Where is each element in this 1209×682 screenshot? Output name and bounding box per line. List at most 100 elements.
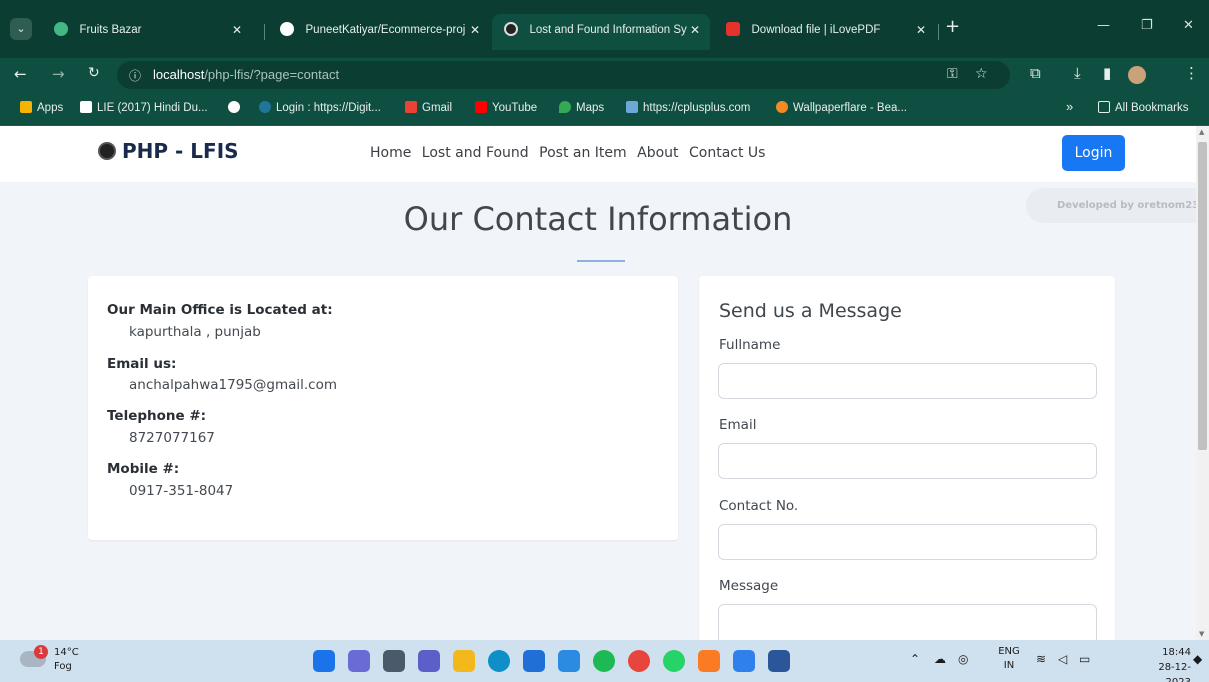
restore-icon[interactable]: ❐ (1141, 18, 1153, 33)
store-icon[interactable] (523, 650, 545, 672)
xampp-icon[interactable] (698, 650, 720, 672)
system-clock[interactable]: 18:4428-12-2023 (1133, 645, 1191, 682)
tab-lost-and-found[interactable]: Lost and Found Information Sy ✕ (492, 14, 710, 50)
nav-post-item[interactable]: Post an Item (539, 145, 627, 161)
all-bookmarks[interactable]: All Bookmarks (1098, 100, 1189, 114)
address-bar[interactable]: ⓘ localhost/php-lfis/?page=contact ⚿ ☆ (117, 61, 1010, 89)
back-icon[interactable]: ← (14, 65, 27, 83)
whatsapp-icon[interactable] (663, 650, 685, 672)
vscode-icon[interactable] (733, 650, 755, 672)
bookmark-lie[interactable]: LIE (2017) Hindi Du... (80, 100, 208, 114)
brand-logo-icon (98, 141, 116, 160)
side-panel-icon[interactable]: ▮ (1103, 64, 1111, 82)
wordpress-icon (259, 100, 271, 113)
github-icon (280, 22, 294, 36)
contact-no-label: Contact No. (719, 498, 799, 514)
window-close-icon[interactable]: ✕ (1183, 18, 1194, 33)
notifications-icon[interactable]: ◆ (1193, 652, 1202, 666)
bookmarks-overflow-button[interactable]: » (1066, 99, 1073, 114)
tab-fruits-bazar[interactable]: Fruits Bazar ✕ (42, 14, 252, 46)
nav-home[interactable]: Home (370, 145, 411, 161)
title-underline (577, 260, 625, 262)
scroll-down-icon[interactable]: ▼ (1199, 630, 1204, 638)
file-manager-icon[interactable] (383, 650, 405, 672)
message-textarea[interactable] (718, 604, 1097, 640)
site-brand[interactable]: PHP - LFIS (98, 139, 239, 163)
new-tab-button[interactable]: + (945, 16, 960, 37)
scrollbar-thumb[interactable] (1198, 142, 1207, 450)
photos-icon[interactable] (558, 650, 580, 672)
extensions-icon[interactable]: ⧉ (1030, 64, 1041, 82)
bookmark-chrome[interactable] (228, 100, 245, 114)
bookmark-apps[interactable]: Apps (20, 100, 63, 114)
language-indicator[interactable]: ENG IN (996, 645, 1022, 673)
notification-badge: 1 (34, 645, 48, 659)
spotify-icon[interactable] (593, 650, 615, 672)
mobile-label: Mobile #: (107, 461, 180, 477)
bookmark-cplusplus[interactable]: https://cplusplus.com (626, 100, 750, 114)
bookmark-youtube[interactable]: YouTube (475, 100, 537, 114)
nav-lost-and-found[interactable]: Lost and Found (422, 145, 529, 161)
contact-no-input[interactable] (718, 524, 1097, 560)
address-url[interactable]: localhost/php-lfis/?page=contact (153, 67, 339, 82)
folder-icon (1098, 100, 1110, 113)
page-viewport: PHP - LFIS Home Lost and Found Post an I… (0, 126, 1196, 640)
tab-close-icon[interactable]: ✕ (916, 14, 926, 46)
page-scrollbar[interactable]: ▲ ▼ (1196, 126, 1209, 640)
word-icon[interactable] (768, 650, 790, 672)
browser-tab-strip: ⌄ Fruits Bazar ✕ PuneetKatiyar/Ecommerce… (0, 0, 1209, 58)
fullname-label: Fullname (719, 337, 781, 353)
nav-about[interactable]: About (637, 145, 678, 161)
reload-icon[interactable]: ↻ (88, 65, 100, 81)
teams-icon[interactable] (418, 650, 440, 672)
bookmark-maps[interactable]: Maps (559, 100, 604, 114)
tab-github[interactable]: PuneetKatiyar/Ecommerce-proj ✕ (268, 14, 490, 46)
onedrive-icon[interactable]: ☁ (934, 652, 946, 666)
tab-separator (264, 24, 265, 40)
menu-kebab-icon[interactable]: ⋮ (1184, 64, 1199, 82)
flame-icon (776, 100, 788, 113)
tray-overflow-icon[interactable]: ⌃ (910, 652, 920, 666)
tab-close-icon[interactable]: ✕ (470, 14, 480, 46)
contact-info-card: Our Main Office is Located at: kapurthal… (88, 276, 678, 540)
edge-icon[interactable] (488, 650, 510, 672)
volume-icon[interactable]: ◁ (1058, 652, 1067, 666)
chrome-tray-icon[interactable]: ◎ (958, 652, 968, 666)
windows-start-icon[interactable] (313, 650, 335, 672)
tab-close-icon[interactable]: ✕ (232, 14, 242, 46)
chrome-icon (228, 100, 240, 113)
bookmark-login[interactable]: Login : https://Digit... (259, 100, 381, 114)
gmail-icon (405, 100, 417, 113)
forward-icon[interactable]: → (52, 65, 65, 83)
site-navbar: PHP - LFIS Home Lost and Found Post an I… (0, 126, 1196, 182)
profile-avatar[interactable] (1128, 66, 1146, 84)
bookmark-wallpaperflare[interactable]: Wallpaperflare - Bea... (776, 100, 907, 114)
bookmark-gmail[interactable]: Gmail (405, 100, 452, 114)
wifi-icon[interactable]: ≋ (1036, 652, 1046, 666)
minimize-icon[interactable]: — (1097, 18, 1110, 33)
tab-close-icon[interactable]: ✕ (690, 14, 700, 46)
nav-contact[interactable]: Contact Us (689, 145, 765, 161)
login-button[interactable]: Login (1062, 135, 1125, 171)
site-info-icon[interactable]: ⓘ (129, 67, 141, 84)
download-icon[interactable]: ⤓ (1074, 64, 1081, 82)
file-explorer-icon[interactable] (453, 650, 475, 672)
tab-ilovepdf[interactable]: Download file | iLovePDF ✕ (714, 14, 936, 46)
battery-icon[interactable]: ▭ (1079, 652, 1090, 666)
tab-separator (938, 24, 939, 40)
apps-grid-icon (20, 100, 32, 113)
chrome-icon[interactable] (628, 650, 650, 672)
fullname-input[interactable] (718, 363, 1097, 399)
email-label: Email us: (107, 356, 177, 372)
telephone-value: 8727077167 (129, 430, 215, 446)
youtube-icon (475, 100, 487, 113)
password-key-icon[interactable]: ⚿ (947, 66, 958, 82)
telephone-label: Telephone #: (107, 408, 207, 424)
mobile-value: 0917-351-8047 (129, 483, 234, 499)
bookmark-star-icon[interactable]: ☆ (975, 66, 988, 82)
scroll-up-icon[interactable]: ▲ (1199, 128, 1204, 136)
site-menu: Home Lost and Found Post an Item About C… (370, 145, 771, 161)
email-input[interactable] (718, 443, 1097, 479)
copilot-icon[interactable] (348, 650, 370, 672)
tab-search-button[interactable]: ⌄ (10, 18, 32, 40)
